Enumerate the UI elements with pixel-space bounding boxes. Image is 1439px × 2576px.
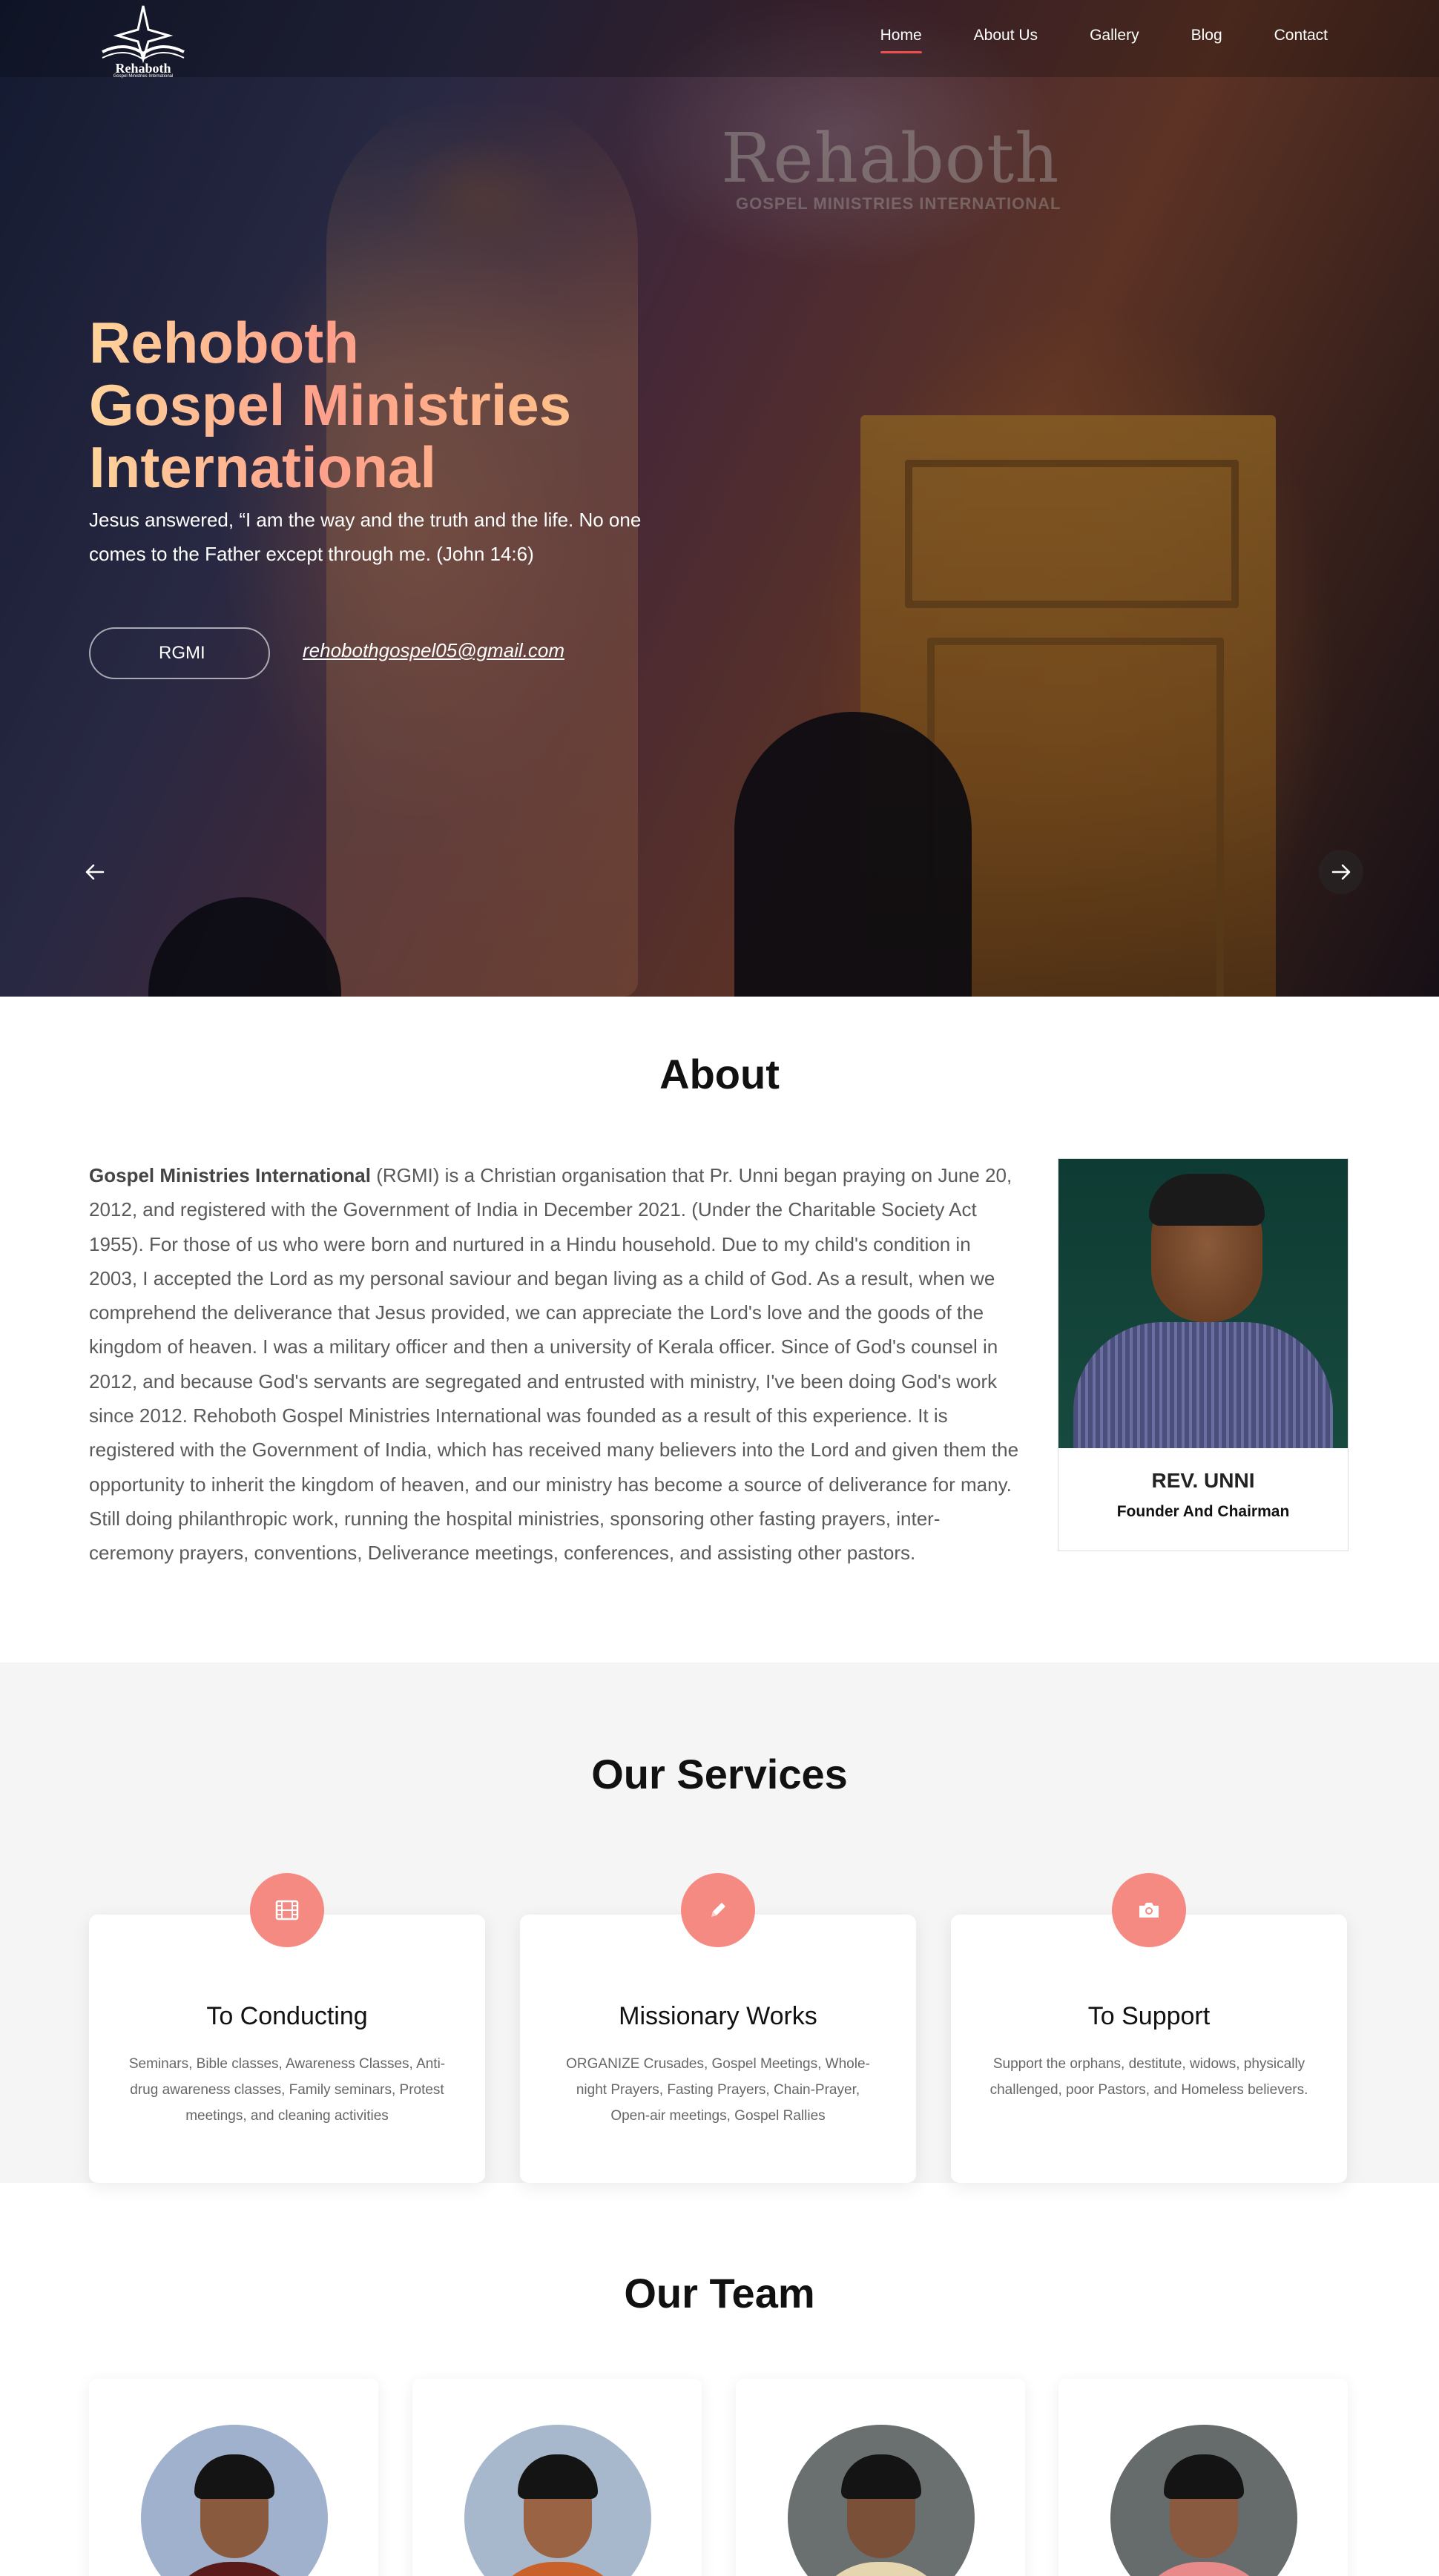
team-member-card[interactable]: [412, 2379, 702, 2576]
hero-title: Rehoboth Gospel Ministries International: [89, 311, 571, 498]
hero-verse: Jesus answered, “I am the way and the tr…: [89, 509, 642, 565]
services-title: Our Services: [591, 1751, 848, 1797]
team-title: Our Team: [624, 2270, 815, 2316]
service-icon-badge: [1112, 1873, 1186, 1947]
hero-title-line: Gospel Ministries: [89, 372, 572, 437]
team-member-card[interactable]: [736, 2379, 1025, 2576]
service-title: To Support: [1087, 2002, 1211, 2030]
arrow-left-icon: [85, 864, 105, 880]
service-card: Missionary Works ORGANIZE Crusades, Gosp…: [520, 1873, 916, 2183]
founder-photo: [1058, 1159, 1348, 1448]
team-member-photo: [464, 2425, 651, 2576]
founder-role: Founder And Chairman: [1116, 1503, 1290, 1520]
about-body: (RGMI) is a Christian organisation that …: [89, 1164, 1019, 1565]
nav-blog[interactable]: Blog: [1191, 27, 1222, 44]
logo-tagline: Gospel Ministries International: [113, 74, 174, 79]
about-lead-bold: Gospel Ministries International: [89, 1164, 371, 1186]
slider-prev-button[interactable]: [73, 850, 117, 894]
main-nav: Home About Us Gallery Blog Contact: [880, 27, 1328, 53]
hero-title-line: Rehoboth: [89, 310, 359, 375]
service-description: Support the orphans, destitute, widows, …: [989, 2056, 1308, 2098]
team-member-photo: [1110, 2425, 1297, 2576]
nav-gallery[interactable]: Gallery: [1090, 27, 1139, 44]
team-member-photo: [788, 2425, 975, 2576]
founder-name: REV. UNNI: [1151, 1469, 1255, 1492]
arrow-right-icon: [1331, 864, 1351, 880]
service-title: Missionary Works: [619, 2002, 817, 2030]
service-title: To Conducting: [206, 2002, 368, 2030]
nav-home[interactable]: Home: [880, 27, 922, 53]
hero-section: Rehaboth GOSPEL MINISTRIES INTERNATIONAL…: [0, 0, 1439, 997]
pencil-icon: [711, 1903, 725, 1917]
service-card: To Conducting Seminars, Bible classes, A…: [89, 1873, 485, 2183]
service-icon-badge: [681, 1873, 755, 1947]
founder-card: REV. UNNI Founder And Chairman: [1058, 1158, 1349, 1551]
slider-next-button[interactable]: [1319, 850, 1363, 894]
service-card: To Support Support the orphans, destitut…: [951, 1873, 1347, 2183]
rgmi-button[interactable]: RGMI: [89, 627, 270, 679]
team-member-photo: [141, 2425, 328, 2576]
nav-contact[interactable]: Contact: [1274, 27, 1328, 44]
about-text: Gospel Ministries International (RGMI) i…: [89, 1158, 1024, 1571]
email-link[interactable]: rehobothgospel05@gmail.com: [303, 639, 564, 662]
site-logo[interactable]: Rehaboth Gospel Ministries International: [88, 0, 199, 82]
hero-title-line: International: [89, 435, 437, 500]
camera-icon: [1139, 1903, 1159, 1918]
service-description: ORGANIZE Crusades, Gospel Meetings, Whol…: [566, 2056, 870, 2124]
film-icon: [275, 1900, 299, 1921]
about-title: About: [659, 1051, 780, 1097]
nav-about-us[interactable]: About Us: [974, 27, 1038, 44]
service-description: Seminars, Bible classes, Awareness Class…: [128, 2056, 446, 2124]
team-member-card[interactable]: [1058, 2379, 1348, 2576]
service-icon-badge: [250, 1873, 324, 1947]
cross-book-logo-icon: [102, 5, 185, 64]
team-member-card[interactable]: [89, 2379, 378, 2576]
